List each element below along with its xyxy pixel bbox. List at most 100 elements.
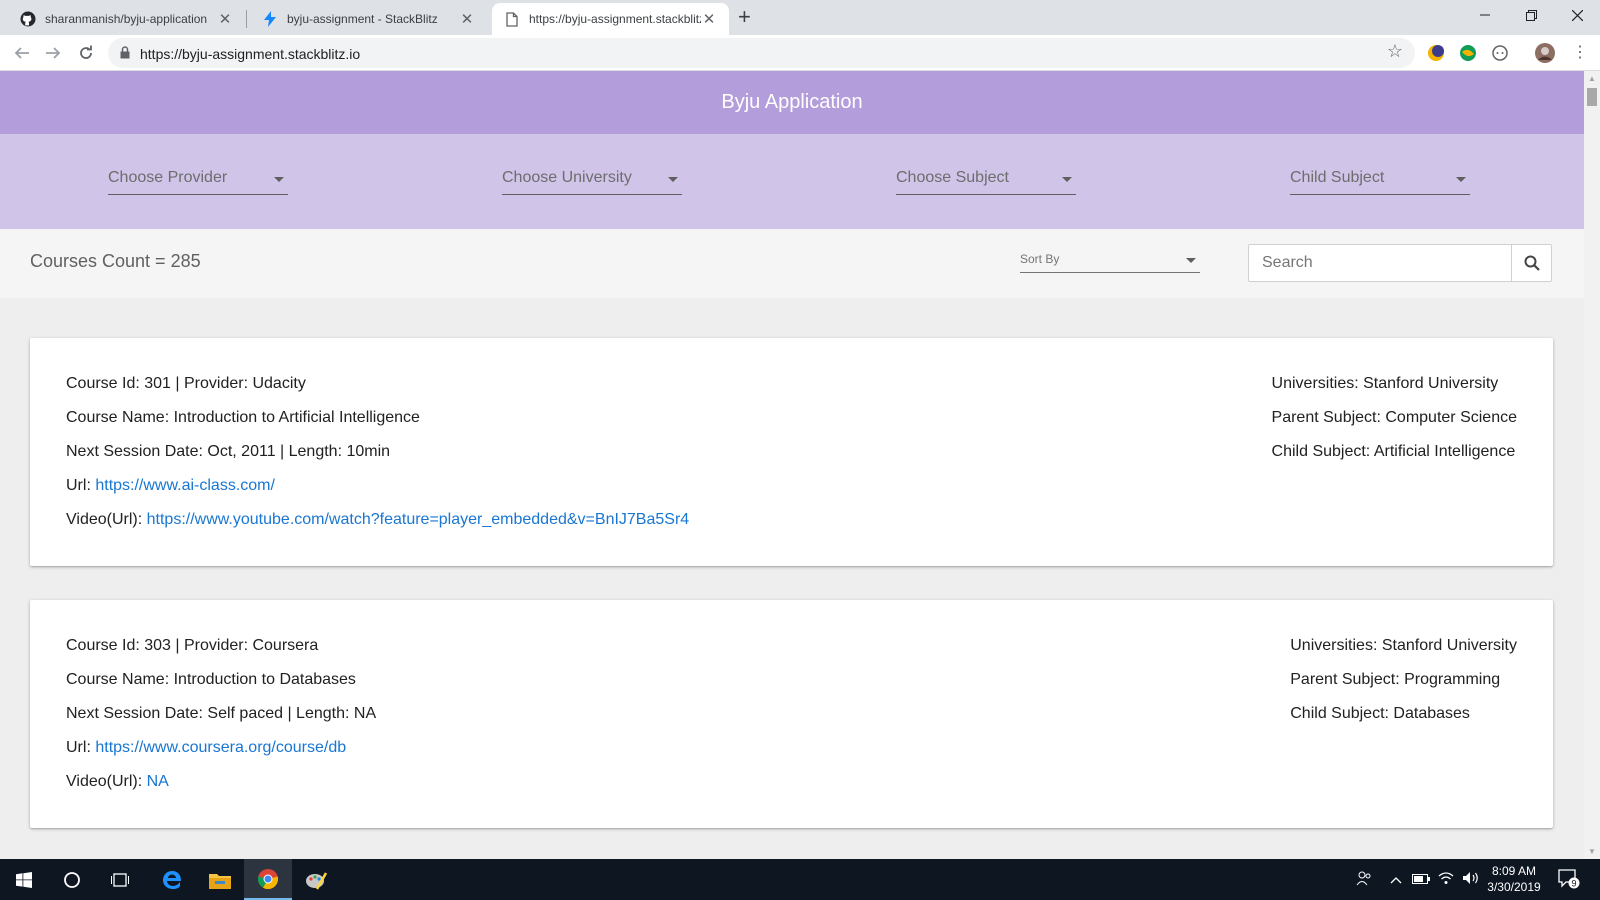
- notification-count: 9: [1571, 879, 1576, 889]
- university-dropdown-label: Choose University: [502, 169, 632, 186]
- stackblitz-bolt-icon: [262, 11, 278, 27]
- search-box: [1248, 244, 1552, 282]
- chevron-down-icon: [1186, 258, 1196, 263]
- course-url-label: Url:: [66, 477, 91, 494]
- course-details: Course Id: 301 | Provider: Udacity Cours…: [66, 374, 689, 544]
- course-universities: Universities: Stanford University: [1271, 375, 1499, 392]
- course-card: Course Id: 303 | Provider: Coursera Cour…: [30, 600, 1553, 828]
- windows-start-icon[interactable]: [0, 859, 48, 900]
- close-tab-icon[interactable]: ✕: [701, 10, 717, 28]
- tab-title: byju-assignment - StackBlitz: [287, 12, 438, 26]
- page-viewport: Byju Application Choose Provider Choose …: [0, 71, 1584, 859]
- battery-icon[interactable]: [1412, 872, 1430, 887]
- course-video-link[interactable]: https://www.youtube.com/watch?feature=pl…: [147, 511, 690, 528]
- scrollbar-thumb[interactable]: [1587, 88, 1597, 106]
- new-tab-button[interactable]: +: [738, 5, 751, 29]
- notification-center-icon[interactable]: 9: [1558, 869, 1580, 892]
- search-input[interactable]: [1249, 245, 1511, 281]
- github-icon: [20, 11, 36, 27]
- wifi-icon[interactable]: [1438, 871, 1454, 888]
- task-view-icon[interactable]: [96, 859, 144, 900]
- course-card: Course Id: 301 | Provider: Udacity Cours…: [30, 338, 1553, 566]
- minimize-window-icon[interactable]: [1462, 0, 1508, 30]
- course-video-label: Video(Url):: [66, 773, 143, 790]
- reload-icon[interactable]: [74, 41, 98, 65]
- profile-avatar-icon[interactable]: [1535, 43, 1555, 63]
- close-window-icon[interactable]: [1554, 0, 1600, 30]
- course-id-provider: Course Id: 301 | Provider: Udacity: [66, 375, 306, 392]
- course-url-row: Url: https://www.ai-class.com/: [66, 476, 689, 510]
- course-parent-subject: Parent Subject: Computer Science: [1271, 409, 1517, 426]
- course-video-label: Video(Url):: [66, 511, 143, 528]
- scroll-up-arrow-icon[interactable]: ▲: [1588, 74, 1596, 83]
- tab-title: https://byju-assignment.stackblitz.io: [529, 12, 701, 26]
- course-name: Course Name: Introduction to Databases: [66, 671, 356, 688]
- browser-tab-active[interactable]: https://byju-assignment.stackblitz.io ✕: [492, 3, 729, 35]
- extension-moon-icon[interactable]: [1426, 43, 1446, 63]
- course-video-link[interactable]: NA: [147, 773, 169, 790]
- scroll-down-arrow-icon[interactable]: ▼: [1588, 847, 1596, 856]
- child-subject-dropdown[interactable]: Child Subject: [1290, 163, 1470, 195]
- tab-title: sharanmanish/byju-application: [45, 12, 208, 26]
- chevron-down-icon: [1456, 177, 1466, 182]
- chevron-down-icon: [668, 177, 678, 182]
- subject-dropdown[interactable]: Choose Subject: [896, 163, 1076, 195]
- search-icon: [1524, 255, 1540, 271]
- course-child-subject: Child Subject: Databases: [1290, 705, 1470, 722]
- search-button[interactable]: [1511, 245, 1551, 281]
- restore-window-icon[interactable]: [1508, 0, 1554, 30]
- filter-bar: Choose Provider Choose University Choose…: [0, 134, 1584, 229]
- browser-toolbar: https://byju-assignment.stackblitz.io ☆ …: [0, 35, 1600, 71]
- app-title: Byju Application: [721, 91, 863, 113]
- page-icon: [504, 11, 520, 27]
- child-subject-dropdown-label: Child Subject: [1290, 169, 1385, 186]
- stats-bar: Courses Count = 285 Sort By: [0, 229, 1584, 298]
- edge-browser-icon[interactable]: [148, 859, 196, 900]
- sort-by-dropdown[interactable]: Sort By: [1020, 249, 1200, 273]
- bookmark-star-icon[interactable]: ☆: [1387, 41, 1403, 62]
- cortana-search-icon[interactable]: [48, 859, 96, 900]
- course-parent-subject: Parent Subject: Programming: [1290, 671, 1501, 688]
- university-dropdown[interactable]: Choose University: [502, 163, 682, 195]
- course-url-link[interactable]: https://www.coursera.org/course/db: [95, 739, 346, 756]
- lock-icon: [120, 46, 130, 64]
- close-tab-icon[interactable]: ✕: [217, 10, 233, 28]
- course-session: Next Session Date: Self paced | Length: …: [66, 705, 377, 722]
- back-arrow-icon[interactable]: [10, 41, 34, 65]
- tab-separator: [246, 10, 247, 28]
- windows-taskbar: 8:09 AM 3/30/2019 9: [0, 859, 1600, 900]
- sort-by-label: Sort By: [1020, 252, 1060, 266]
- paint-app-icon[interactable]: [292, 859, 340, 900]
- course-meta: Universities: Stanford University Parent…: [1290, 636, 1517, 738]
- provider-dropdown-label: Choose Provider: [108, 169, 228, 186]
- courses-count: Courses Count = 285: [30, 251, 201, 271]
- chrome-icon[interactable]: [244, 859, 292, 900]
- file-explorer-icon[interactable]: [196, 859, 244, 900]
- provider-dropdown[interactable]: Choose Provider: [108, 163, 288, 195]
- course-url-link[interactable]: https://www.ai-class.com/: [95, 477, 275, 494]
- course-meta: Universities: Stanford University Parent…: [1272, 374, 1517, 476]
- browser-tab-stackblitz[interactable]: byju-assignment - StackBlitz ✕: [250, 3, 487, 35]
- course-details: Course Id: 303 | Provider: Coursera Cour…: [66, 636, 376, 806]
- extension-circle-icon[interactable]: [1490, 43, 1510, 63]
- extension-globe-icon[interactable]: [1458, 43, 1478, 63]
- address-bar[interactable]: https://byju-assignment.stackblitz.io ☆: [108, 38, 1415, 68]
- course-id-provider: Course Id: 303 | Provider: Coursera: [66, 637, 319, 654]
- chevron-up-icon[interactable]: [1390, 872, 1402, 887]
- chevron-down-icon: [274, 177, 284, 182]
- course-url-row: Url: https://www.coursera.org/course/db: [66, 738, 376, 772]
- address-url: https://byju-assignment.stackblitz.io: [140, 46, 361, 62]
- clock-time: 8:09 AM: [1491, 864, 1537, 878]
- clock-date: 3/30/2019: [1487, 880, 1541, 894]
- browser-menu-icon[interactable]: ⋮: [1572, 43, 1588, 63]
- close-tab-icon[interactable]: ✕: [459, 10, 475, 28]
- course-universities: Universities: Stanford University: [1290, 637, 1517, 654]
- browser-tab-github[interactable]: sharanmanish/byju-application ✕: [8, 3, 245, 35]
- course-name: Course Name: Introduction to Artificial …: [66, 409, 420, 426]
- forward-arrow-icon[interactable]: [41, 41, 65, 65]
- course-url-label: Url:: [66, 739, 91, 756]
- system-clock[interactable]: 8:09 AM 3/30/2019: [1478, 863, 1550, 895]
- course-video-row: Video(Url): NA: [66, 772, 376, 806]
- people-icon[interactable]: [1356, 870, 1372, 889]
- page-scrollbar[interactable]: ▲ ▼: [1584, 71, 1600, 859]
